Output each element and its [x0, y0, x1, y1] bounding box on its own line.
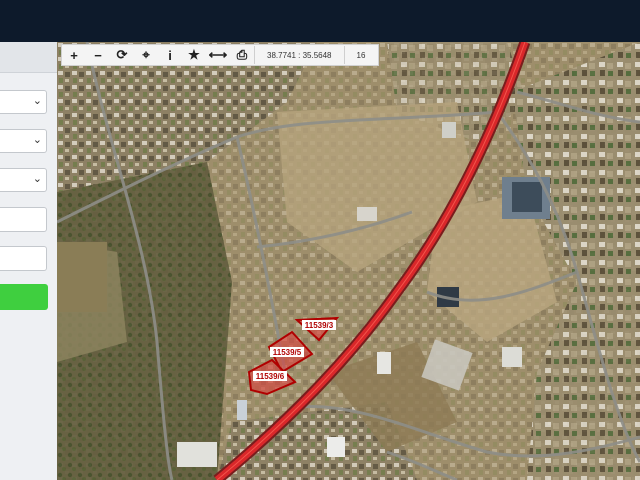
top-header-bar: [0, 0, 640, 42]
zoom-in-icon[interactable]: +: [62, 45, 86, 65]
district-select[interactable]: ⌄: [0, 129, 47, 153]
block-number-input[interactable]: [0, 207, 47, 232]
parcel-label: 11539/3: [305, 321, 334, 330]
chevron-down-icon: ⌄: [32, 134, 42, 146]
parcel-label: 11539/5: [273, 348, 302, 357]
map-toolbar: + − ⟳ ⌖ i ★ ⟷ ⎙ 38.7741 : 35.5648 16: [61, 44, 379, 66]
locate-icon[interactable]: ⌖: [134, 45, 158, 65]
info-icon[interactable]: i: [158, 45, 182, 65]
parcel-label: 11539/6: [256, 372, 285, 381]
parcel-number-input[interactable]: [0, 246, 47, 271]
panel-header: [0, 42, 57, 73]
province-select[interactable]: ⌄: [0, 90, 47, 114]
zoom-level-readout: 16: [356, 50, 366, 60]
zoom-out-icon[interactable]: −: [86, 45, 110, 65]
measure-icon[interactable]: ⟷: [206, 45, 230, 65]
satellite-map[interactable]: 11539/3 11539/5 11539/6: [57, 42, 640, 480]
coordinates-readout: 38.7741 : 35.5648: [267, 50, 332, 60]
chevron-down-icon: ⌄: [32, 95, 42, 107]
refresh-icon[interactable]: ⟳: [110, 45, 134, 65]
chevron-down-icon: ⌄: [32, 173, 42, 185]
neighborhood-select[interactable]: ⌄: [0, 168, 47, 192]
left-search-panel: ⌄ ⌄ ⌄: [0, 42, 58, 480]
search-button[interactable]: [0, 284, 48, 310]
star-icon[interactable]: ★: [182, 45, 206, 65]
print-icon[interactable]: ⎙: [230, 45, 254, 65]
